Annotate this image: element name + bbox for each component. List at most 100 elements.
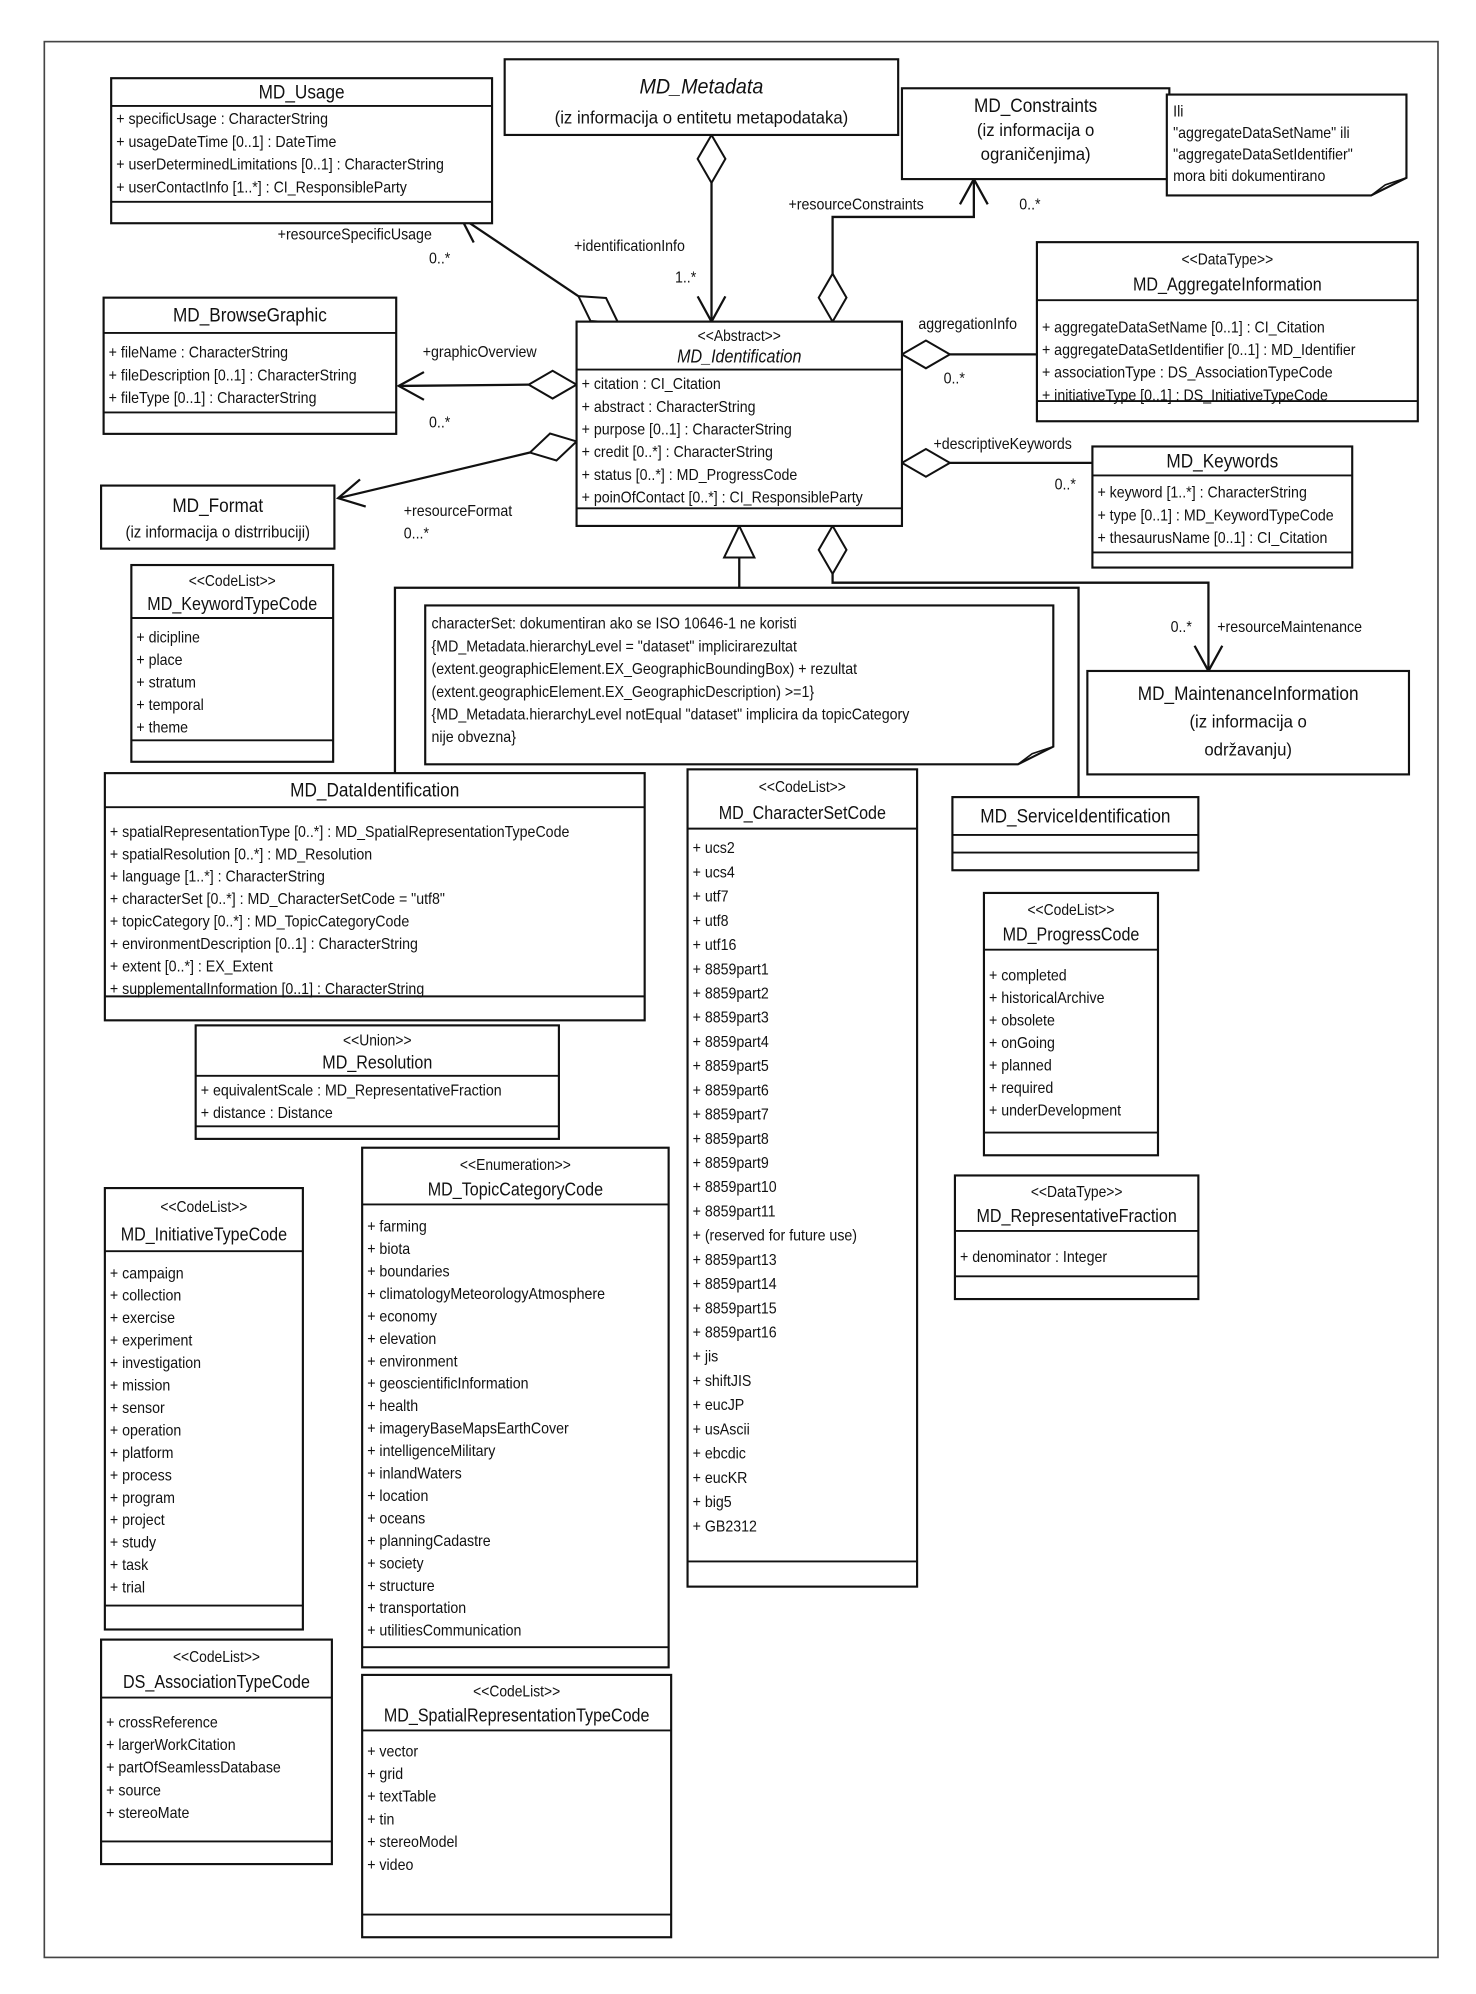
note-line: {MD_Metadata.hierarchyLevel = "dataset" … [432,638,798,656]
note-line: characterSet: dokumentiran ako se ISO 10… [432,615,797,633]
class-topic: <<Enumeration>> MD_TopicCategoryCode + far… [361,1146,670,1669]
class-attribute: + structure [367,1577,434,1595]
aggregation-diamond [526,369,579,400]
class-attribute: + textTable [367,1788,436,1806]
class-attribute: + operation [110,1422,181,1440]
class-attribute: + equivalentScale : MD_RepresentativeFra… [201,1082,502,1100]
class-attribute: + 8859part13 [693,1251,777,1269]
class-attribute: + trial [110,1579,145,1597]
class-attribute: + poinOfContact [0..*] : CI_ResponsibleP… [582,489,864,507]
class-stereotype: <<CodeList>> [759,779,846,796]
class-attribute: + 8859part14 [693,1275,777,1293]
class-attribute: + stratum [136,674,196,692]
class-stereotype: <<CodeList>> [1027,902,1114,919]
class-format: MD_Format (iz informacija o distrribuciji… [100,484,336,550]
class-attribute: + ucs4 [693,864,735,882]
association-resource-specific-usage [459,215,580,298]
class-attribute: + fileDescription [0..1] : CharacterStri… [109,366,357,384]
class-attribute: + inlandWaters [367,1465,462,1483]
class-attribute: + collection [110,1287,181,1305]
class-attribute: + project [110,1511,166,1529]
class-name: MD_AggregateInformation [1133,274,1322,295]
class-attribute: + task [110,1556,149,1574]
role-name: +resourceSpecificUsage [278,226,432,244]
class-attribute: + video [367,1856,413,1874]
class-name: MD_KeywordTypeCode [147,593,317,614]
class-attribute: + environment [367,1352,458,1370]
class-attribute: + thesaurusName [0..1] : CI_Citation [1097,529,1327,547]
association-resource-constraints [831,179,975,274]
class-attribute: + usageDateTime [0..1] : DateTime [116,133,336,151]
class-stereotype: <<DataType>> [1182,252,1274,269]
note-line: mora biti dokumentirano [1173,167,1325,185]
class-attribute: + language [1..*] : CharacterString [110,868,325,886]
class-attribute: + purpose [0..1] : CharacterString [582,421,792,439]
class-attribute: + userContactInfo [1..*] : CI_Responsibl… [116,179,407,197]
class-attribute: + 8859part4 [693,1033,769,1051]
class-repfrac: <<DataType>> MD_RepresentativeFraction + d… [953,1174,1200,1301]
class-name: DS_AssociationTypeCode [123,1671,310,1692]
class-aggregate: <<DataType>> MD_AggregateInformation + agg… [1035,241,1419,423]
note-dataid_note: characterSet: dokumentiran ako se ISO 10… [424,604,1055,766]
class-attribute: + specificUsage : CharacterString [116,110,328,128]
class-name: MD_CharacterSetCode [719,802,886,823]
class-attribute: + fileName : CharacterString [109,344,288,362]
class-attribute: + utilitiesCommunication [367,1622,521,1640]
class-attribute: + extent [0..*] : EX_Extent [110,958,274,976]
class-attribute: + oceans [367,1510,425,1528]
class-attribute: + dicipline [136,629,200,647]
class-attribute: + completed [989,967,1067,985]
class-attribute: + abstract : CharacterString [582,398,756,416]
class-attribute: + source [106,1782,161,1800]
class-attribute: + credit [0..*] : CharacterString [582,443,773,461]
class-attribute: + economy [367,1308,437,1326]
class-attribute: + ebcdic [693,1445,747,1463]
role-name: +graphicOverview [423,343,537,361]
class-attribute: + fileType [0..1] : CharacterString [109,389,317,407]
class-metadata: MD_Metadata (iz informacija o entitetu me… [503,58,900,137]
class-name: MD_MaintenanceInformation [1138,682,1359,705]
multiplicity: 0..* [944,370,965,388]
class-attribute: + vector [367,1742,418,1760]
class-maint: MD_MaintenanceInformation (iz informacija… [1086,669,1411,776]
class-attribute: + 8859part8 [693,1130,769,1148]
class-browse: MD_BrowseGraphic + fileName : CharacterSt… [102,296,398,435]
class-attribute: + farming [367,1218,427,1236]
class-subtitle: (iz informacija o entitetu metapodataka) [555,107,849,128]
class-stereotype: <<CodeList>> [473,1684,560,1701]
class-attribute: + aggregateDataSetIdentifier [0..1] : MD… [1042,341,1356,359]
class-attribute: + 8859part9 [693,1154,769,1172]
class-attribute: + 8859part10 [693,1178,777,1196]
class-attribute: + spatialResolution [0..*] : MD_Resoluti… [110,845,372,863]
class-attribute: + big5 [693,1493,732,1511]
class-name: MD_TopicCategoryCode [428,1178,603,1199]
class-attribute: + elevation [367,1330,436,1348]
class-name: MD_RepresentativeFraction [976,1205,1176,1226]
class-name: MD_DataIdentification [290,778,459,801]
class-attribute: + 8859part5 [693,1057,769,1075]
note-line: (extent.geographicElement.EX_GeographicD… [432,683,815,701]
class-stereotype: <<Abstract>> [698,328,781,345]
class-attribute: + experiment [110,1332,193,1350]
class-progress: <<CodeList>> MD_ProgressCode + completed + … [982,891,1160,1157]
class-attribute: + health [367,1397,418,1415]
class-attribute: + imageryBaseMapsEarthCover [367,1420,569,1438]
note-line: "aggregateDataSetIdentifier" [1173,146,1353,164]
class-constraints: MD_Constraints (iz informacija o ograničen… [900,87,1171,181]
class-attribute: + process [110,1467,172,1485]
multiplicity: 0..* [1055,476,1076,494]
aggregation-diamond [899,339,952,370]
class-attribute: + keyword [1..*] : CharacterString [1097,484,1306,502]
note-line: {MD_Metadata.hierarchyLevel notEqual "da… [432,706,910,724]
class-service: MD_ServiceIdentification [951,796,1200,872]
class-attribute: + tin [367,1811,394,1829]
class-attribute: + characterSet [0..*] : MD_CharacterSetC… [110,890,445,908]
class-attribute: + jis [693,1348,719,1366]
class-name: MD_ServiceIdentification [980,804,1170,827]
class-usage: MD_Usage + specificUsage : CharacterStrin… [110,77,494,225]
class-attribute: + biota [367,1240,411,1258]
class-attribute: + campaign [110,1264,184,1282]
class-attribute: + planned [989,1057,1052,1075]
class-attribute: + 8859part2 [693,985,769,1003]
class-attribute: + onGoing [989,1034,1055,1052]
